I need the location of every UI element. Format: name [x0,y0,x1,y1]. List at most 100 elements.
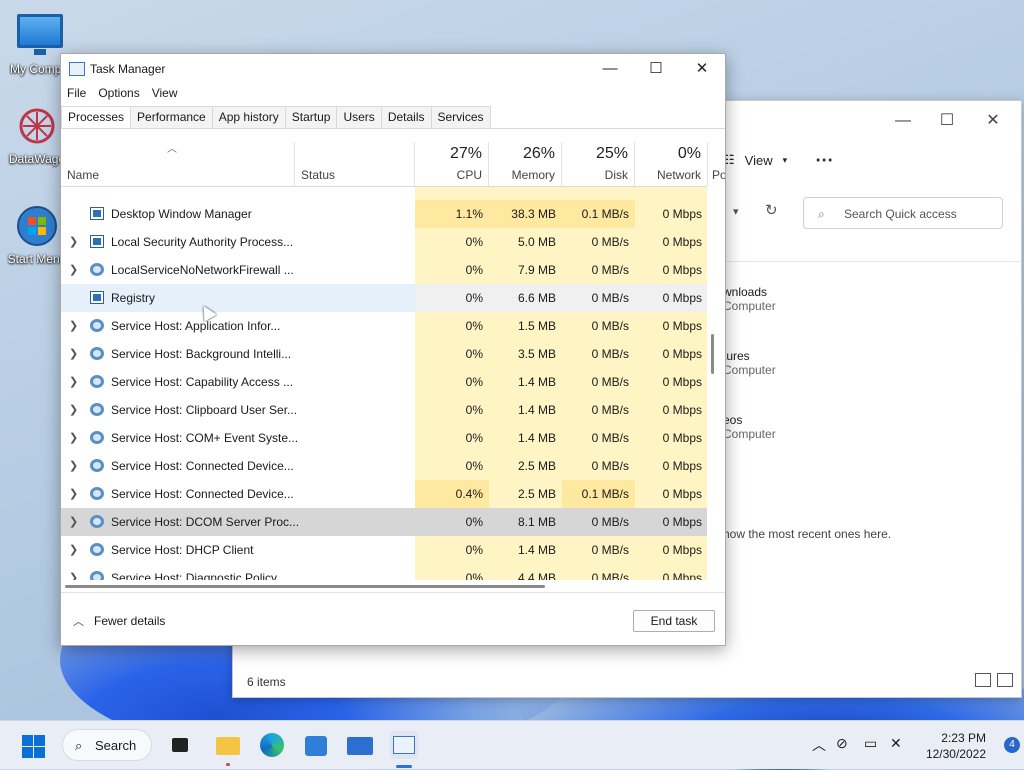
details-view-icon[interactable] [975,673,991,687]
cpu-cell: 0% [415,256,489,284]
column-cpu[interactable]: 27% CPU [415,142,489,186]
tab-details[interactable]: Details [380,106,432,128]
process-name-cell: ❯ Service Host: DCOM Server Proc... [61,508,415,536]
column-disk[interactable]: 25% Disk [562,142,635,186]
chevron-right-icon[interactable]: ❯ [69,452,78,480]
table-row[interactable]: ❯ Service Host: Connected Device... 0.4% 2.… [61,480,707,508]
table-row[interactable]: ❯ Service Host: DCOM Server Proc... 0% 8.1 … [61,508,707,536]
table-row[interactable]: ❯ Service Host: Clipboard User Ser... 0% 1.… [61,396,707,424]
end-task-button[interactable]: End task [633,610,715,632]
process-name-cell: ❯ LocalServiceNoNetworkFirewall ... [61,256,415,284]
table-row[interactable]: ❯ Service Host: Background Intelli... 0% 3.… [61,340,707,368]
menu-file[interactable]: File [61,84,92,104]
refresh-icon[interactable]: ↻ [765,201,778,219]
vertical-scrollbar[interactable] [711,334,714,374]
volume-muted-icon[interactable]: ✕ [890,735,902,752]
memory-cell: 4.4 MB [489,564,562,580]
process-name-cell: Registry [61,284,415,312]
process-name-cell: ❯ Service Host: Diagnostic Policy ... [61,564,415,580]
table-row[interactable]: Desktop Window Manager 1.1% 38.3 MB 0.1 MB/… [61,200,707,228]
chevron-down-icon[interactable]: ▾ [733,205,739,218]
display-icon[interactable]: ▭ [864,735,877,752]
table-row[interactable]: ❯ Service Host: Connected Device... 0% 2.5 … [61,452,707,480]
tab-app-history[interactable]: App history [211,106,286,128]
scroll-thumb[interactable] [65,585,545,588]
process-name: Service Host: Connected Device... [111,459,294,473]
column-power-label: Po [712,168,726,182]
start-button[interactable] [20,731,48,759]
network-icon[interactable]: ⊘ [836,735,848,752]
chevron-right-icon[interactable]: ❯ [69,312,78,340]
taskbar: ⌕ Search ︿ ⊘ ▭ ✕ 2:23 PM 12/30/2022 4 [0,720,1024,769]
file-explorer-icon[interactable] [214,731,242,766]
network-cell: 0 Mbps [635,340,707,368]
network-cell: 0 Mbps [635,452,707,480]
close-button[interactable]: ✕ [971,107,1015,135]
table-row[interactable]: ❯ LocalServiceNoNetworkFirewall ... 0% 7.9 … [61,256,707,284]
footer: ︿ Fewer details End task [61,592,725,645]
tab-services[interactable]: Services [430,106,491,128]
more-options-button[interactable]: ⋯ [815,150,833,171]
minimize-button[interactable]: — [587,54,633,84]
task-manager-taskbar-icon[interactable] [390,731,418,768]
table-row[interactable]: Registry 0% 6.6 MB 0 MB/s 0 Mbps [61,284,707,312]
column-header: ︿ Name Status 27% CPU 26% Memory 25% Dis… [61,142,725,187]
fewer-details-button[interactable]: ︿ Fewer details [73,613,165,629]
notification-badge[interactable]: 4 [1004,737,1020,753]
quick-access-item[interactable]: tures Computer [723,349,776,377]
horizontal-scrollbar[interactable] [61,581,711,591]
chevron-right-icon[interactable]: ❯ [69,256,78,284]
table-row[interactable]: ❯ Service Host: COM+ Event Syste... 0% 1.4 … [61,424,707,452]
disk-cell: 0 MB/s [562,508,635,536]
chevron-right-icon[interactable]: ❯ [69,564,78,580]
close-button[interactable]: ✕ [679,54,725,84]
gear-icon [90,375,104,388]
column-status[interactable]: Status [295,142,415,186]
chevron-right-icon[interactable]: ❯ [69,508,78,536]
chevron-right-icon[interactable]: ❯ [69,480,78,508]
gear-icon [90,487,104,500]
table-row[interactable]: ❯ Local Security Authority Process... 0% 5.… [61,228,707,256]
column-memory[interactable]: 26% Memory [489,142,562,186]
tab-performance[interactable]: Performance [130,106,213,128]
table-row[interactable]: ❯ Service Host: Diagnostic Policy ... 0% 4.… [61,564,707,580]
menu-options[interactable]: Options [92,84,145,104]
menu-view[interactable]: View [146,84,184,104]
view-button[interactable]: View [745,153,773,168]
chevron-right-icon[interactable]: ❯ [69,228,78,256]
chevron-right-icon[interactable]: ❯ [69,340,78,368]
chevron-right-icon[interactable]: ❯ [69,396,78,424]
gear-icon [90,347,104,360]
tab-startup[interactable]: Startup [284,106,338,128]
tab-processes[interactable]: Processes [61,106,132,128]
store-icon[interactable] [302,731,330,759]
column-power[interactable]: Po [708,142,726,186]
edge-icon[interactable] [258,731,286,759]
task-view-icon[interactable] [168,731,196,759]
table-row[interactable]: ❯ Service Host: DHCP Client 0% 1.4 MB 0 MB/s… [61,536,707,564]
tab-users[interactable]: Users [336,106,382,128]
divider [723,261,1021,262]
table-row[interactable]: ❯ Service Host: Application Infor... 0% 1.5… [61,312,707,340]
column-network[interactable]: 0% Network [635,142,708,186]
taskbar-search[interactable]: ⌕ Search [62,729,152,761]
chevron-right-icon[interactable]: ❯ [69,536,78,564]
process-name-cell: ❯ Service Host: DHCP Client [61,536,415,564]
tiles-view-icon[interactable] [997,673,1013,687]
chevron-right-icon[interactable]: ❯ [69,368,78,396]
mail-icon[interactable] [346,731,374,759]
cpu-total: 27% [449,145,482,162]
chevron-right-icon[interactable]: ❯ [69,424,78,452]
table-row[interactable] [61,187,707,200]
maximize-button[interactable]: ☐ [925,107,969,135]
clock[interactable]: 2:23 PM 12/30/2022 [926,730,986,762]
minimize-button[interactable]: — [881,107,925,135]
maximize-button[interactable]: ☐ [633,54,679,84]
table-row[interactable]: ❯ Service Host: Capability Access ... 0% 1.… [61,368,707,396]
quick-access-item[interactable]: eos Computer [723,413,776,441]
explorer-search-input[interactable]: ⌕ Search Quick access [803,197,1003,229]
quick-access-item[interactable]: wnloads Computer [723,285,776,313]
title-bar[interactable]: Task Manager — ☐ ✕ [61,54,725,84]
chevron-up-icon[interactable]: ︿ [812,735,826,755]
column-name[interactable]: ︿ Name [61,142,295,186]
